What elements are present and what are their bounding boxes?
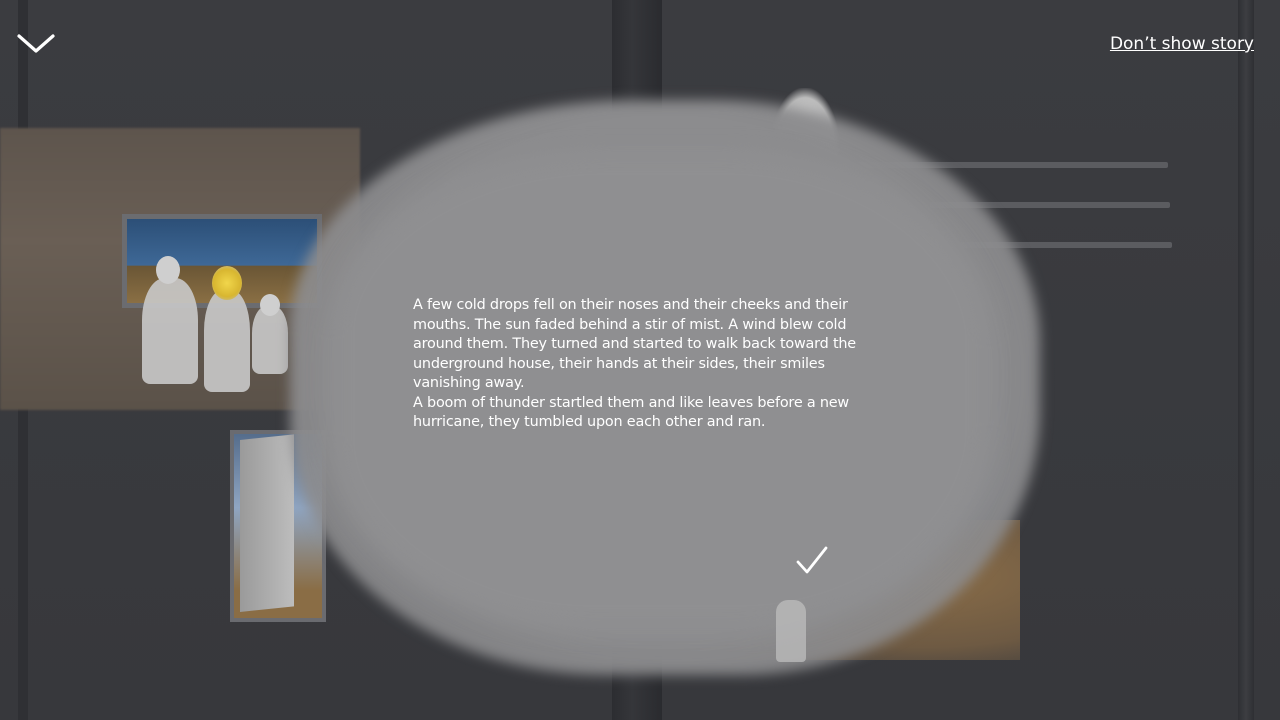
mother-figure — [204, 290, 250, 392]
dont-show-story-link[interactable]: Don’t show story — [1110, 34, 1254, 54]
story-text: A few cold drops fell on their noses and… — [413, 296, 883, 433]
father-head — [156, 256, 180, 284]
chevron-down-icon — [17, 34, 55, 53]
mother-head — [212, 266, 242, 300]
story-paragraph: A few cold drops fell on their noses and… — [413, 297, 856, 391]
checkmark-icon — [796, 546, 828, 574]
open-door — [240, 434, 294, 612]
child-head — [260, 294, 280, 316]
father-figure — [142, 278, 198, 384]
child-figure — [252, 306, 288, 374]
game-scene: A few cold drops fell on their noses and… — [0, 0, 1280, 720]
story-paragraph: A boom of thunder startled them and like… — [413, 394, 849, 431]
collapse-button[interactable] — [16, 28, 56, 58]
wall-pillar — [1238, 0, 1254, 720]
running-figure — [776, 600, 806, 662]
confirm-button[interactable] — [794, 544, 830, 578]
